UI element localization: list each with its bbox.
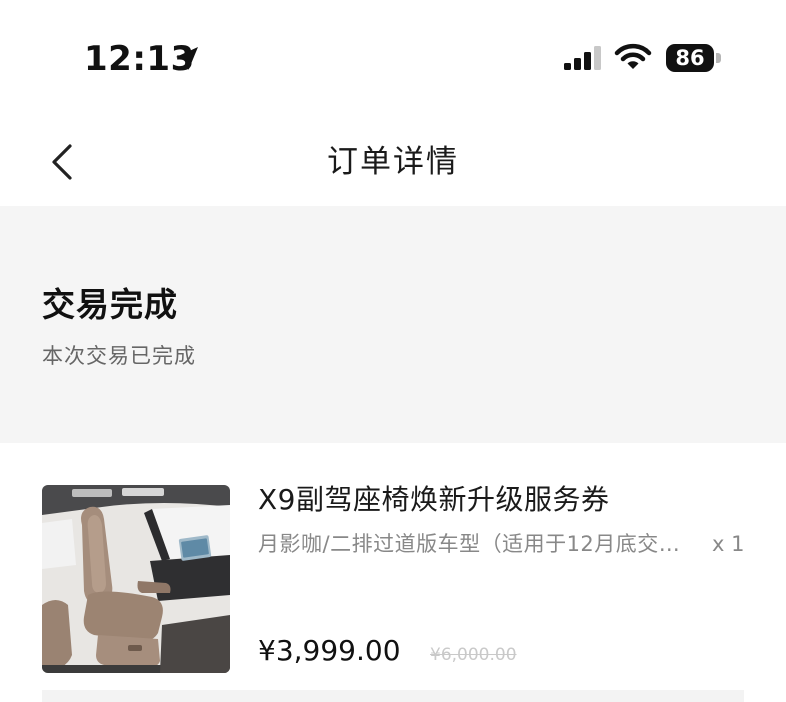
next-section-edge <box>42 690 744 702</box>
product-title[interactable]: X9副驾座椅焕新升级服务券 <box>258 481 610 519</box>
product-card[interactable]: X9副驾座椅焕新升级服务券 月影咖/二排过道版车型（适用于12月底交付车型） x… <box>0 443 786 702</box>
product-price: ¥3,999.00 <box>258 634 401 667</box>
order-status-subtext: 本次交易已完成 <box>42 344 196 368</box>
battery-indicator: 86 <box>666 44 714 72</box>
wifi-icon <box>614 43 652 69</box>
product-quantity: x 1 <box>712 532 745 556</box>
product-image[interactable] <box>42 485 230 673</box>
status-bar: 12:13 86 <box>0 0 786 118</box>
chevron-left-icon <box>52 144 72 180</box>
location-arrow-icon <box>176 47 198 70</box>
back-button[interactable] <box>38 138 86 186</box>
battery-tip <box>716 53 721 63</box>
nav-bar: 订单详情 <box>0 118 786 206</box>
car-seat-image <box>42 485 230 673</box>
product-spec: 月影咖/二排过道版车型（适用于12月底交付车型） <box>258 532 698 556</box>
page-title: 订单详情 <box>327 144 459 180</box>
product-original-price: ¥6,000.00 <box>430 645 517 665</box>
order-status-heading: 交易完成 <box>42 285 178 324</box>
cellular-signal-icon <box>564 46 601 70</box>
order-status-panel: 交易完成 本次交易已完成 <box>0 206 786 443</box>
